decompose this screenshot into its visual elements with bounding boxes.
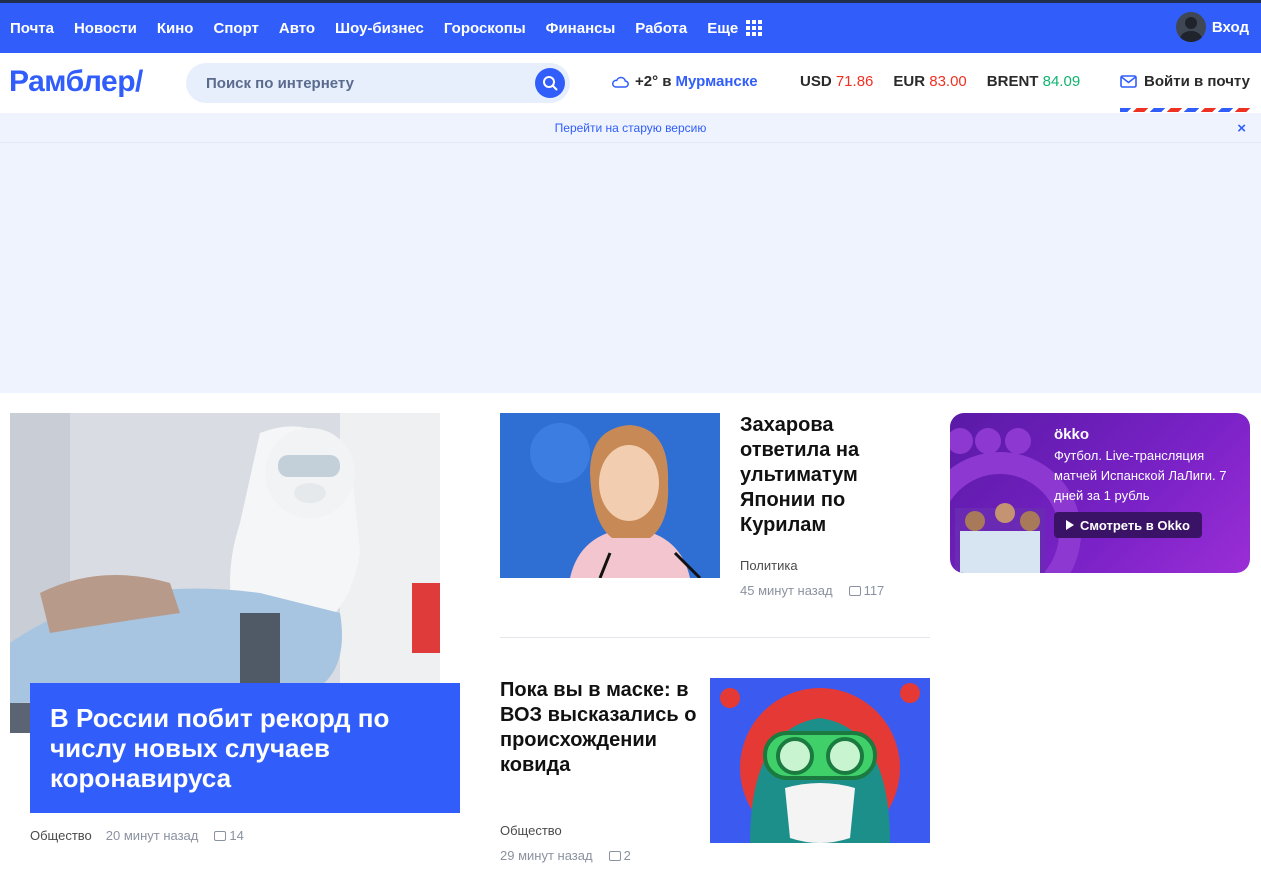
article-image[interactable] — [710, 678, 930, 843]
time-label: 20 минут назад — [105, 828, 199, 843]
cloud-icon — [612, 76, 629, 88]
nav-item-jobs[interactable]: Работа — [635, 20, 687, 37]
nav-item-finance[interactable]: Финансы — [546, 20, 616, 37]
top-navigation: Почта Новости Кино Спорт Авто Шоу-бизнес… — [0, 0, 1261, 53]
time-label: 29 минут назад — [500, 848, 593, 863]
weather-city[interactable]: Мурманске — [676, 73, 758, 90]
article-meta-row: 45 минут назад 117 — [740, 583, 884, 598]
nav-item-auto[interactable]: Авто — [279, 20, 315, 37]
comments-count[interactable]: 2 — [608, 848, 631, 863]
comment-icon — [848, 585, 861, 596]
comments-count[interactable]: 117 — [848, 583, 885, 598]
okko-text: Футбол. Live-трансляция матчей Испанской… — [1054, 448, 1227, 503]
rate-value: 83.00 — [929, 73, 967, 90]
search-bar — [186, 63, 570, 103]
avatar-icon — [1175, 12, 1206, 42]
article-divider — [500, 637, 930, 638]
article-title[interactable]: Пока вы в маске: в ВОЗ высказались о про… — [500, 678, 700, 778]
article-meta-row: 29 минут назад 2 — [500, 848, 631, 863]
category-label[interactable]: Политика — [740, 558, 798, 573]
okko-logo: ökko — [1054, 426, 1090, 443]
feature-headline-box[interactable]: В России побит рекорд по числу новых слу… — [30, 683, 460, 813]
nav-item-mail[interactable]: Почта — [10, 20, 54, 37]
portrait-photo — [500, 413, 720, 578]
rate-name: EUR — [893, 73, 926, 90]
search-icon — [543, 76, 558, 91]
rate-name: USD — [800, 73, 832, 90]
comments-value: 14 — [229, 828, 244, 843]
mask-illustration — [710, 678, 930, 843]
article-meta: Общество — [500, 823, 576, 838]
category-label[interactable]: Общество — [500, 823, 562, 838]
comment-icon — [608, 850, 621, 861]
nav-items: Почта Новости Кино Спорт Авто Шоу-бизнес… — [0, 3, 782, 53]
mail-stripe-decoration — [1120, 108, 1250, 112]
play-icon — [1066, 520, 1074, 530]
currency-rates: USD 71.86 EUR 83.00 BRENT 84.09 — [800, 73, 1100, 90]
comments-value: 2 — [623, 848, 631, 863]
nav-item-horoscopes[interactable]: Гороскопы — [444, 20, 526, 37]
comments-value: 117 — [863, 583, 885, 598]
rate-name: BRENT — [986, 73, 1039, 90]
okko-button-label: Смотреть в Okko — [1080, 517, 1190, 533]
okko-watch-button[interactable]: Смотреть в Okko — [1054, 512, 1202, 538]
rambler-logo[interactable]: Рамблер/ — [9, 65, 143, 99]
weather-temp: +2° в — [635, 73, 672, 90]
ad-banner-area — [0, 143, 1261, 393]
close-icon[interactable]: × — [1237, 120, 1246, 137]
nav-more-button[interactable]: Еще — [707, 19, 763, 37]
comments-count[interactable]: 14 — [214, 828, 244, 843]
okko-promo-card[interactable]: ökko Футбол. Live-трансляция матчей Испа… — [950, 413, 1250, 573]
nav-item-kino[interactable]: Кино — [157, 20, 194, 37]
old-version-bar: Перейти на старую версию × — [0, 113, 1261, 143]
nav-item-sport[interactable]: Спорт — [213, 20, 258, 37]
rate-value: 71.86 — [835, 73, 874, 90]
rate-eur[interactable]: EUR 83.00 — [893, 73, 966, 90]
article-meta: Политика — [740, 558, 812, 573]
rate-usd[interactable]: USD 71.86 — [800, 73, 873, 90]
article-image[interactable] — [500, 413, 720, 578]
weather-widget[interactable]: +2° в Мурманске — [611, 73, 758, 90]
apps-grid-icon — [746, 20, 763, 36]
nav-more-label: Еще — [707, 19, 739, 37]
feature-title[interactable]: В России побит рекорд по числу новых слу… — [50, 703, 440, 793]
login-button[interactable]: Вход — [1175, 12, 1249, 42]
rate-brent[interactable]: BRENT 84.09 — [987, 73, 1080, 90]
nav-item-news[interactable]: Новости — [74, 20, 137, 37]
comment-icon — [214, 830, 227, 841]
old-version-link[interactable]: Перейти на старую версию — [555, 121, 707, 135]
search-button[interactable] — [535, 68, 565, 98]
nav-item-showbiz[interactable]: Шоу-бизнес — [335, 20, 424, 37]
rate-value: 84.09 — [1042, 73, 1081, 90]
login-label: Вход — [1211, 18, 1249, 36]
feature-meta: Общество 20 минут назад 14 — [30, 828, 244, 843]
time-label: 45 минут назад — [740, 583, 833, 598]
article-title[interactable]: Захарова ответила на ультиматум Японии п… — [740, 413, 920, 538]
category-label[interactable]: Общество — [30, 828, 92, 843]
mail-login-button[interactable]: Войти в почту — [1120, 73, 1250, 90]
header: Рамблер/ +2° в Мурманске USD 71.86 EUR 8… — [0, 53, 1261, 113]
envelope-icon — [1120, 75, 1137, 88]
mail-login-label: Войти в почту — [1144, 73, 1250, 90]
search-input[interactable] — [206, 74, 526, 92]
